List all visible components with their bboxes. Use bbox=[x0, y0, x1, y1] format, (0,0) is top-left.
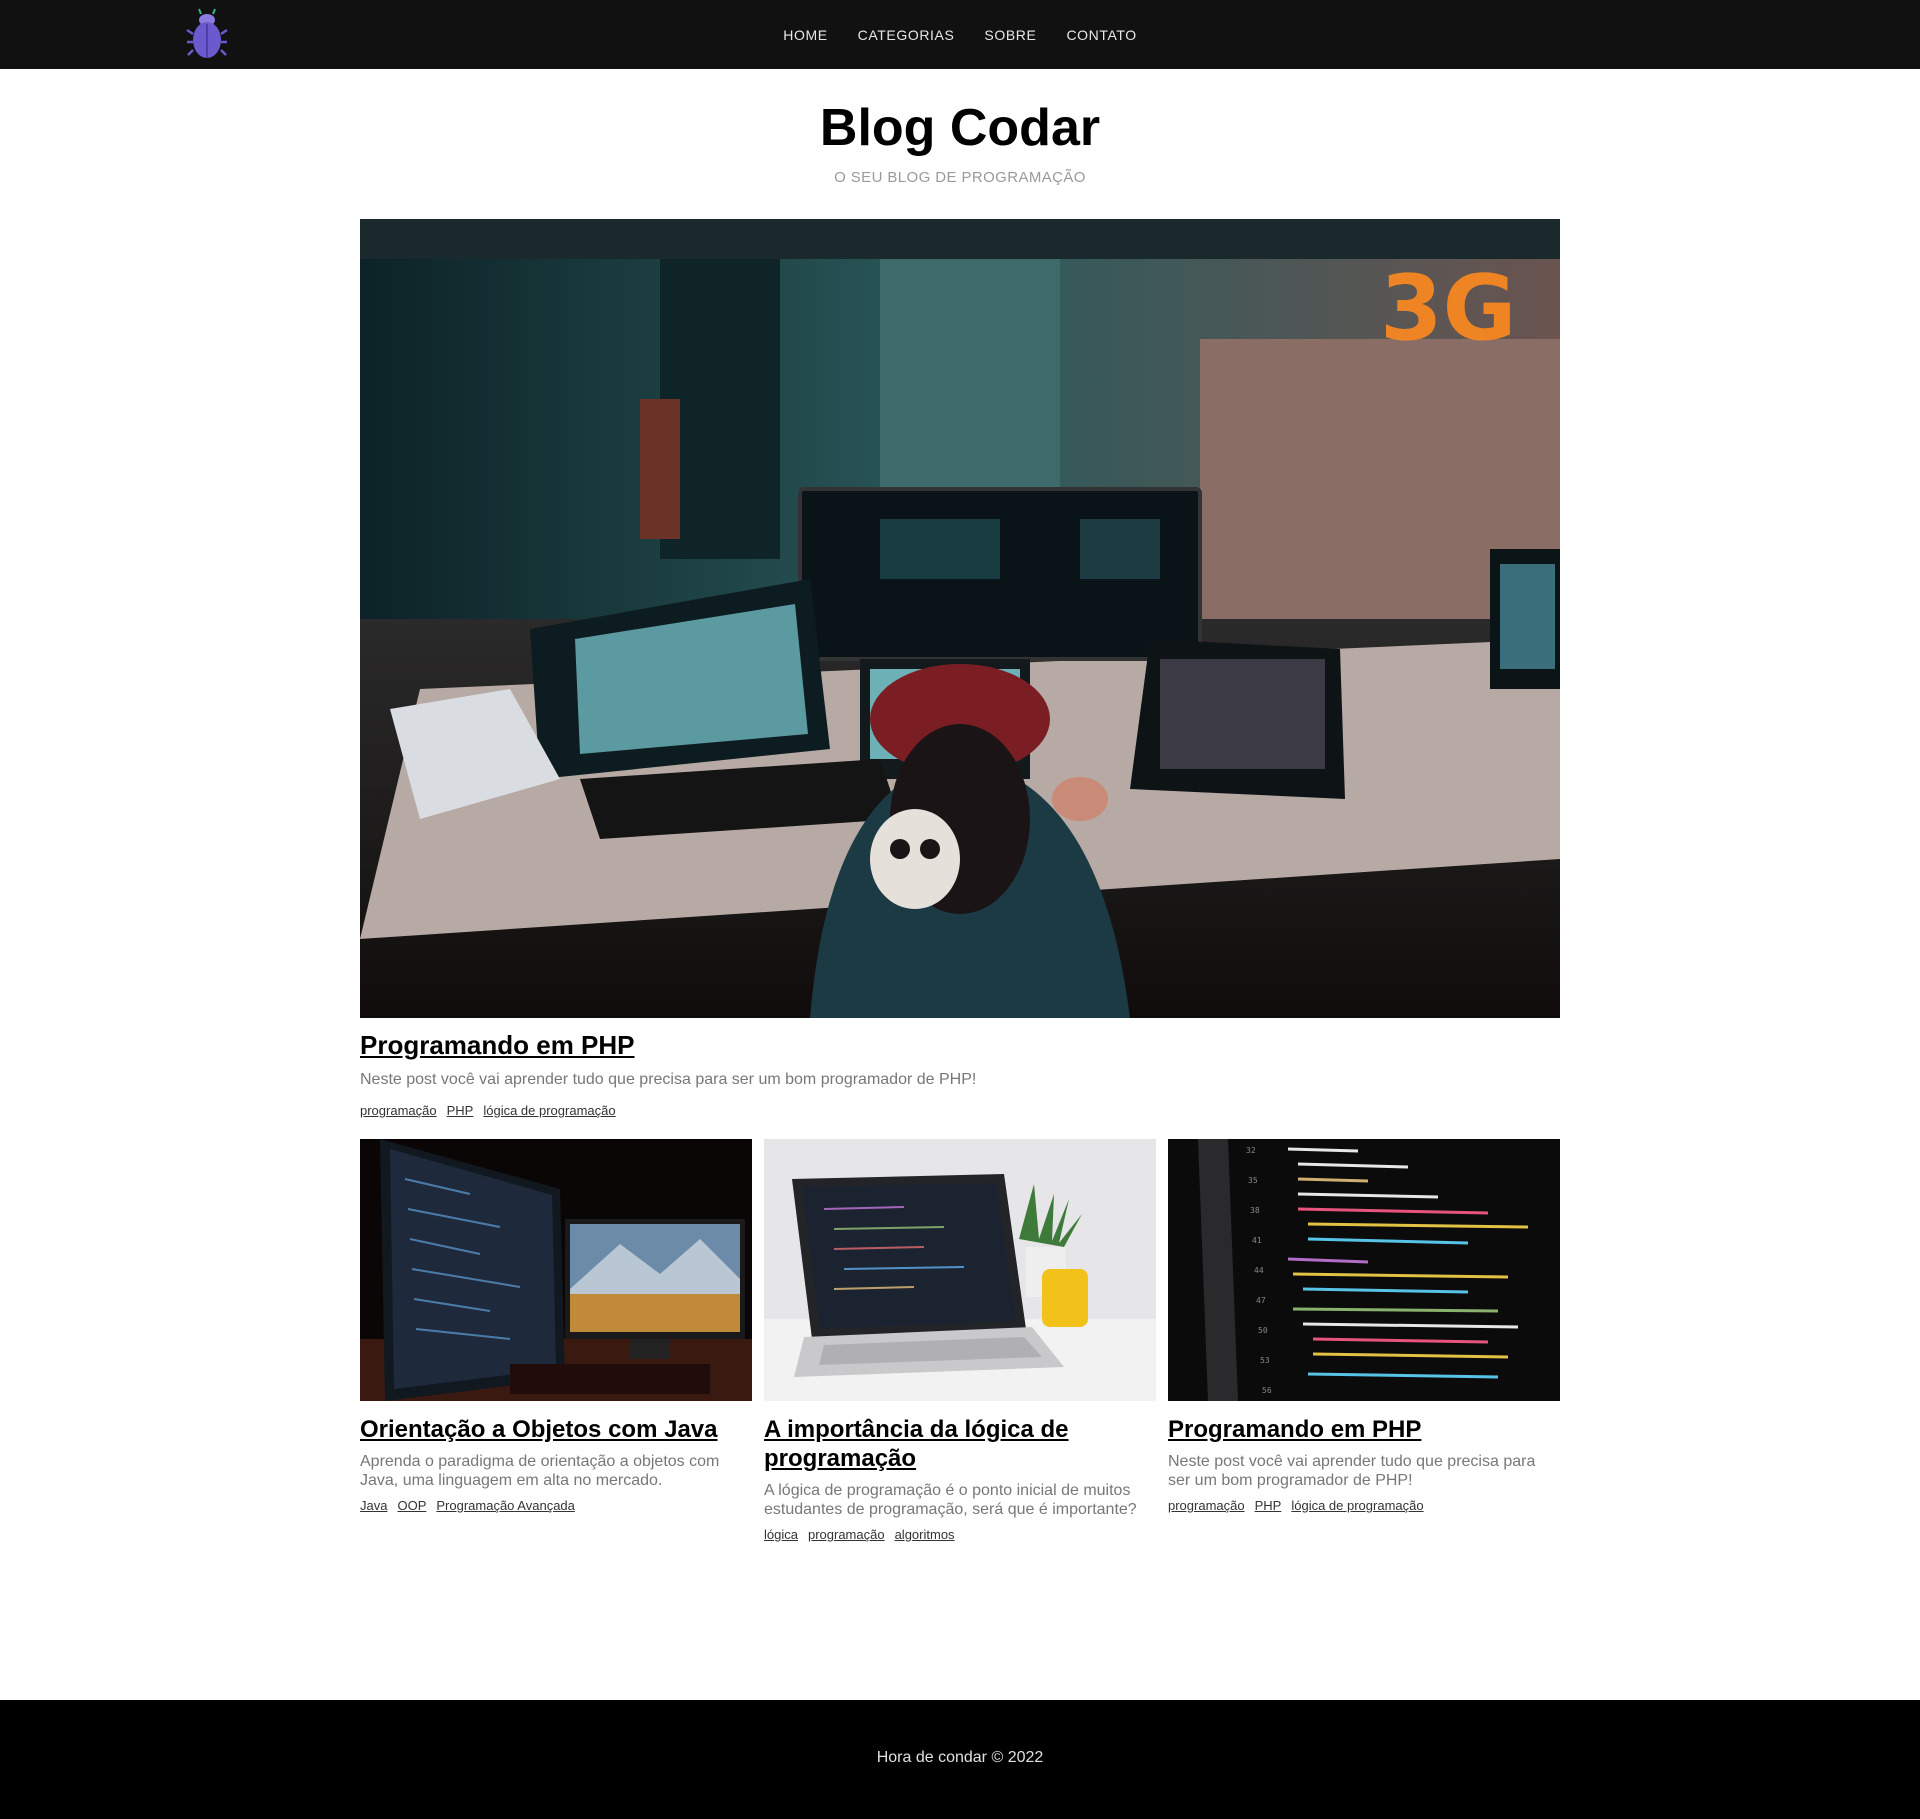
post-card-tags: Java OOP Programação Avançada bbox=[360, 1498, 752, 1513]
post-card-description: Aprenda o paradigma de orientação a obje… bbox=[360, 1453, 720, 1489]
post-card-title[interactable]: Programando em PHP bbox=[1168, 1415, 1560, 1444]
post-card-image[interactable]: 32 35 38 41 44 47 50 53 56 bbox=[1168, 1139, 1560, 1401]
svg-text:38: 38 bbox=[1250, 1206, 1260, 1215]
tag-link[interactable]: programação bbox=[360, 1103, 437, 1118]
post-card-image[interactable] bbox=[360, 1139, 752, 1401]
svg-text:35: 35 bbox=[1248, 1176, 1258, 1185]
svg-text:50: 50 bbox=[1258, 1326, 1268, 1335]
featured-post-title[interactable]: Programando em PHP bbox=[360, 1030, 635, 1061]
post-card: Orientação a Objetos com Java Aprenda o … bbox=[360, 1139, 752, 1513]
post-card: 32 35 38 41 44 47 50 53 56 Programando em PHP … bbox=[1168, 1139, 1560, 1513]
post-card-tags: programação PHP lógica de programação bbox=[1168, 1498, 1560, 1513]
tag-link[interactable]: OOP bbox=[397, 1498, 426, 1513]
svg-text:47: 47 bbox=[1256, 1296, 1266, 1305]
svg-text:53: 53 bbox=[1260, 1356, 1270, 1365]
tag-link[interactable]: Programação Avançada bbox=[436, 1498, 575, 1513]
post-card-tags: lógica programação algoritmos bbox=[764, 1527, 1156, 1542]
nav-sobre-link[interactable]: SOBRE bbox=[984, 27, 1036, 43]
svg-text:44: 44 bbox=[1254, 1266, 1264, 1275]
svg-text:41: 41 bbox=[1252, 1236, 1262, 1245]
tag-link[interactable]: algoritmos bbox=[895, 1527, 955, 1542]
featured-post-image[interactable]: 3G bbox=[360, 219, 1560, 1018]
tag-link[interactable]: PHP bbox=[447, 1103, 474, 1118]
post-card-description: A lógica de programação é o ponto inicia… bbox=[764, 1482, 1137, 1518]
nav-categorias-link[interactable]: CATEGORIAS bbox=[858, 27, 955, 43]
tag-link[interactable]: Java bbox=[360, 1498, 387, 1513]
nav-home-link[interactable]: HOME bbox=[783, 27, 827, 43]
navbar: HOME CATEGORIAS SOBRE CONTATO bbox=[0, 0, 1920, 69]
post-card-title[interactable]: A importância da lógica de programação bbox=[764, 1415, 1156, 1473]
featured-post-tags: programação PHP lógica de programação bbox=[360, 1103, 616, 1118]
svg-text:56: 56 bbox=[1262, 1386, 1272, 1395]
post-card-description: Neste post você vai aprender tudo que pr… bbox=[1168, 1453, 1536, 1489]
nav-contato-link[interactable]: CONTATO bbox=[1066, 27, 1136, 43]
tag-link[interactable]: lógica bbox=[764, 1527, 798, 1542]
tag-link[interactable]: lógica de programação bbox=[483, 1103, 615, 1118]
tag-link[interactable]: programação bbox=[808, 1527, 885, 1542]
svg-text:32: 32 bbox=[1246, 1146, 1256, 1155]
post-card-title[interactable]: Orientação a Objetos com Java bbox=[360, 1415, 752, 1444]
tag-link[interactable]: programação bbox=[1168, 1498, 1245, 1513]
site-title: Blog Codar bbox=[819, 99, 1101, 157]
main-nav: HOME CATEGORIAS SOBRE CONTATO bbox=[0, 0, 1920, 69]
site-subtitle: O SEU BLOG DE PROGRAMAÇÃO bbox=[834, 169, 1086, 186]
tag-link[interactable]: lógica de programação bbox=[1291, 1498, 1423, 1513]
post-card: A importância da lógica de programação A… bbox=[764, 1139, 1156, 1542]
footer-copyright: Hora de condar © 2022 bbox=[876, 1749, 1044, 1766]
post-card-image[interactable] bbox=[764, 1139, 1156, 1401]
featured-post-description: Neste post você vai aprender tudo que pr… bbox=[360, 1071, 977, 1088]
tag-link[interactable]: PHP bbox=[1255, 1498, 1282, 1513]
svg-text:3G: 3G bbox=[1380, 256, 1517, 361]
